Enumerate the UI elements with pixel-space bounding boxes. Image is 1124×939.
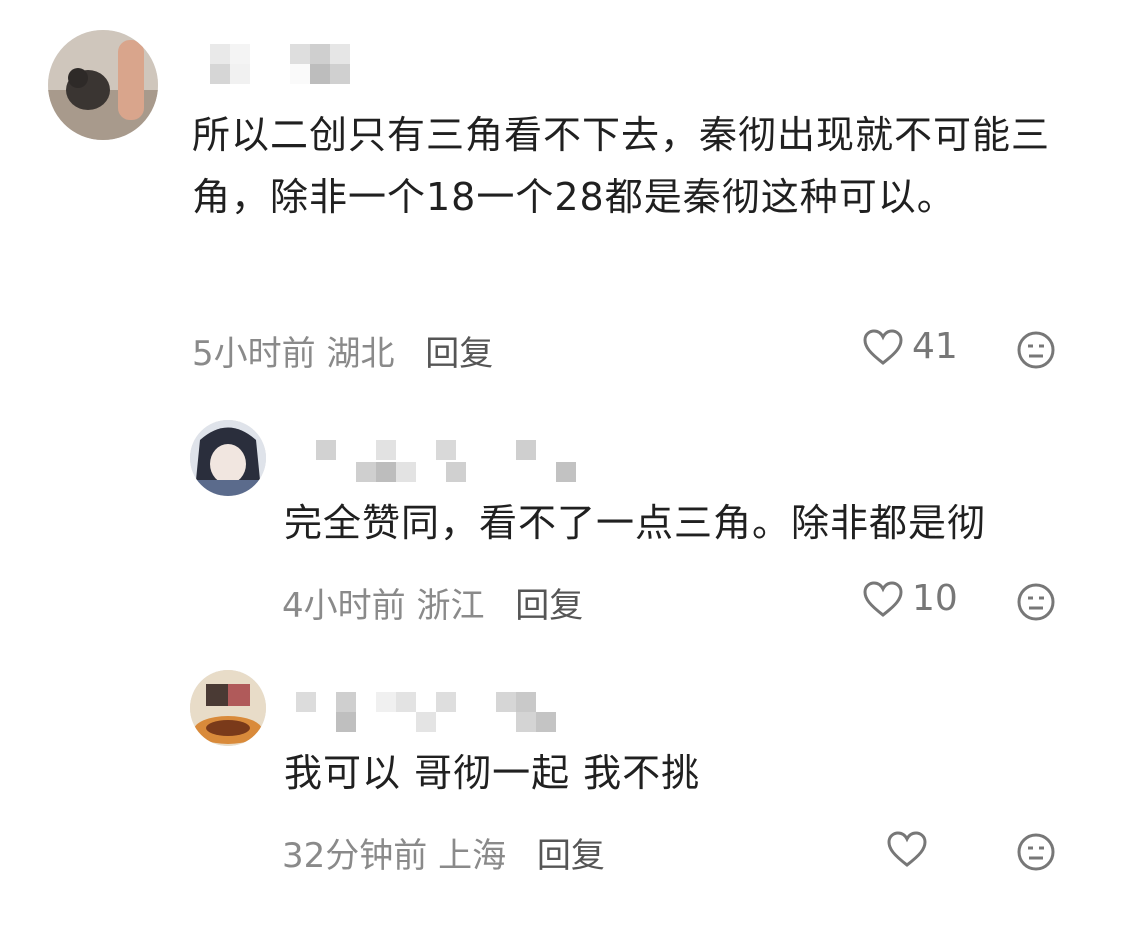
anime-avatar-icon xyxy=(190,420,266,496)
comment-text: 我可以 哥彻一起 我不挑 xyxy=(284,751,701,795)
blurred-username[interactable] xyxy=(316,440,536,460)
reply-button[interactable]: 回复 xyxy=(515,586,583,626)
food-avatar-icon xyxy=(190,670,266,746)
comment-meta: 32分钟前 上海 回复 xyxy=(282,828,605,877)
avatar[interactable] xyxy=(48,30,158,140)
dislike-emoji-icon[interactable] xyxy=(1016,832,1056,872)
heart-icon xyxy=(863,580,903,617)
blurred-username-row2 xyxy=(336,712,556,732)
like-count: 41 xyxy=(912,326,958,367)
heart-icon xyxy=(887,831,927,867)
comment-meta: 4小时前 浙江 回复 xyxy=(282,578,583,627)
heart-icon xyxy=(863,328,903,365)
comment-time: 32分钟前 xyxy=(282,836,428,876)
like-button[interactable]: 41 xyxy=(862,326,958,367)
reply-button[interactable]: 回复 xyxy=(425,334,493,374)
comment-text: 完全赞同，看不了一点三角。除非都是彻 xyxy=(284,501,987,545)
dislike-emoji-icon[interactable] xyxy=(1016,582,1056,622)
comment-time: 4小时前 xyxy=(282,586,406,626)
comment-location: 湖北 xyxy=(326,334,395,374)
blurred-username[interactable] xyxy=(210,44,350,64)
dislike-emoji-icon[interactable] xyxy=(1016,330,1056,370)
like-button[interactable] xyxy=(886,830,936,868)
comment-text: 所以二创只有三角看不下去，秦彻出现就不可能三角，除非一个18一个28都是秦彻这种… xyxy=(192,113,1051,219)
comment-location: 浙江 xyxy=(416,586,485,626)
comment-time: 5小时前 xyxy=(192,334,316,374)
avatar[interactable] xyxy=(190,420,266,496)
like-count: 10 xyxy=(912,578,958,619)
blurred-username[interactable] xyxy=(296,692,536,712)
reply-button[interactable]: 回复 xyxy=(537,836,605,876)
blurred-username-row2 xyxy=(356,462,576,482)
comment-meta: 5小时前 湖北 回复 xyxy=(192,326,493,375)
cat-avatar-icon xyxy=(48,30,158,140)
blurred-username-row2 xyxy=(210,64,350,84)
comment-location: 上海 xyxy=(438,836,507,876)
avatar[interactable] xyxy=(190,670,266,746)
like-button[interactable]: 10 xyxy=(862,578,958,619)
